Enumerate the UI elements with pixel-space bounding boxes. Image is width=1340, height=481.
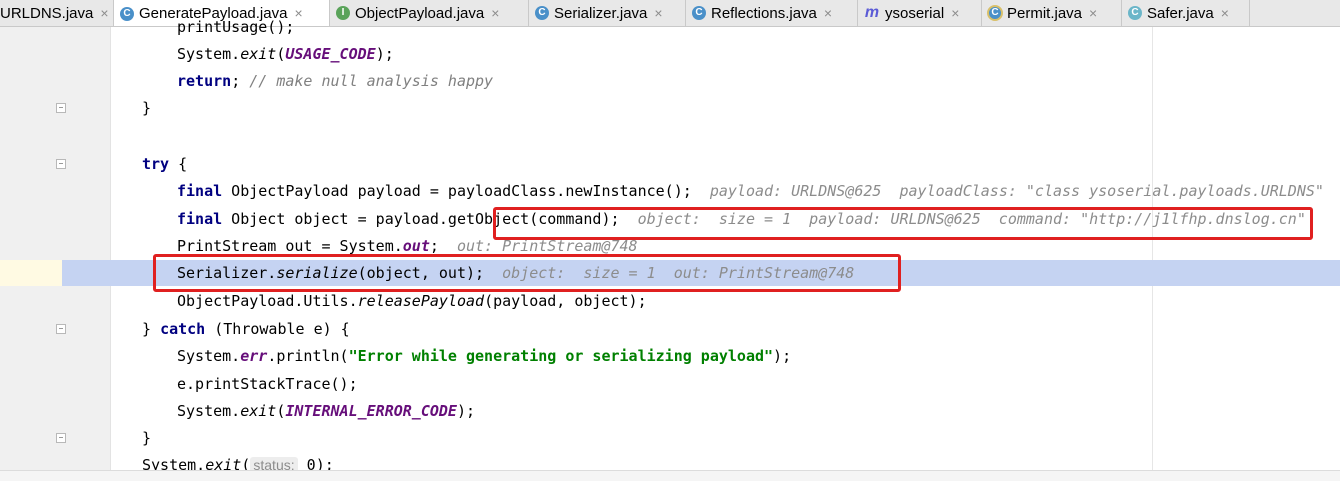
close-icon[interactable]: ×	[654, 1, 662, 26]
tab-urldns[interactable]: URLDNS.java ×	[0, 0, 114, 26]
gutter-divider	[110, 27, 111, 480]
tab-objectpayload[interactable]: I ObjectPayload.java ×	[330, 0, 529, 26]
code-line: printUsage();	[177, 18, 295, 36]
close-icon[interactable]: ×	[491, 1, 499, 26]
code-line: } catch (Throwable e) {	[142, 320, 350, 338]
tab-label: Reflections.java	[711, 4, 817, 22]
close-icon[interactable]: ×	[824, 1, 832, 26]
runnable-class-icon: C	[120, 6, 134, 21]
editor-gutter[interactable]	[0, 27, 110, 480]
code-line: }	[142, 99, 152, 117]
code-line: ObjectPayload.Utils.releasePayload(paylo…	[177, 292, 647, 310]
runnable-class-icon: C	[987, 5, 1003, 21]
tab-label: ObjectPayload.java	[355, 4, 485, 22]
tab-serializer[interactable]: C Serializer.java ×	[529, 0, 686, 26]
close-icon[interactable]: ×	[100, 1, 108, 26]
maven-module-icon: m	[864, 4, 880, 21]
code-line: final ObjectPayload payload = payloadCla…	[177, 182, 1324, 200]
tab-label: Permit.java	[1007, 4, 1083, 22]
tab-reflections[interactable]: C Reflections.java ×	[686, 0, 858, 26]
code-line: try {	[142, 155, 188, 173]
code-line: System.err.println("Error while generati…	[177, 347, 792, 365]
tab-label: Safer.java	[1147, 4, 1214, 22]
fold-marker-icon[interactable]	[56, 324, 66, 334]
annotation-highlight-box	[153, 254, 901, 292]
tab-safer[interactable]: C Safer.java ×	[1122, 0, 1250, 26]
code-line: System.exit(INTERNAL_ERROR_CODE);	[177, 402, 476, 420]
fold-marker-icon[interactable]	[56, 103, 66, 113]
close-icon[interactable]: ×	[951, 1, 959, 26]
code-line: return; // make null analysis happy	[177, 72, 494, 90]
class-icon: C	[535, 6, 549, 20]
code-line: System.exit(USAGE_CODE);	[177, 45, 394, 63]
execution-point-gutter	[0, 260, 62, 286]
debug-inline-value: payload: URLDNS@625 payloadClass: "class…	[709, 182, 1324, 200]
close-icon[interactable]: ×	[294, 1, 302, 26]
right-margin-guide	[1152, 27, 1153, 480]
fold-marker-icon[interactable]	[56, 159, 66, 169]
interface-icon: I	[336, 6, 350, 20]
tab-label: Serializer.java	[554, 4, 648, 22]
tab-label: URLDNS.java	[0, 4, 94, 22]
tab-permit[interactable]: C Permit.java ×	[982, 0, 1122, 26]
code-line: }	[142, 429, 152, 447]
code-line: e.printStackTrace();	[177, 375, 358, 393]
fold-marker-icon[interactable]	[56, 433, 66, 443]
close-icon[interactable]: ×	[1221, 1, 1229, 26]
close-icon[interactable]: ×	[1089, 1, 1097, 26]
tab-label: ysoserial	[885, 4, 945, 22]
annotation-highlight-box	[493, 207, 1313, 240]
tab-ysoserial[interactable]: m ysoserial ×	[858, 0, 982, 26]
class-icon: C	[692, 6, 706, 20]
breadcrumb-bar	[0, 470, 1340, 481]
class-icon: C	[1128, 6, 1142, 20]
